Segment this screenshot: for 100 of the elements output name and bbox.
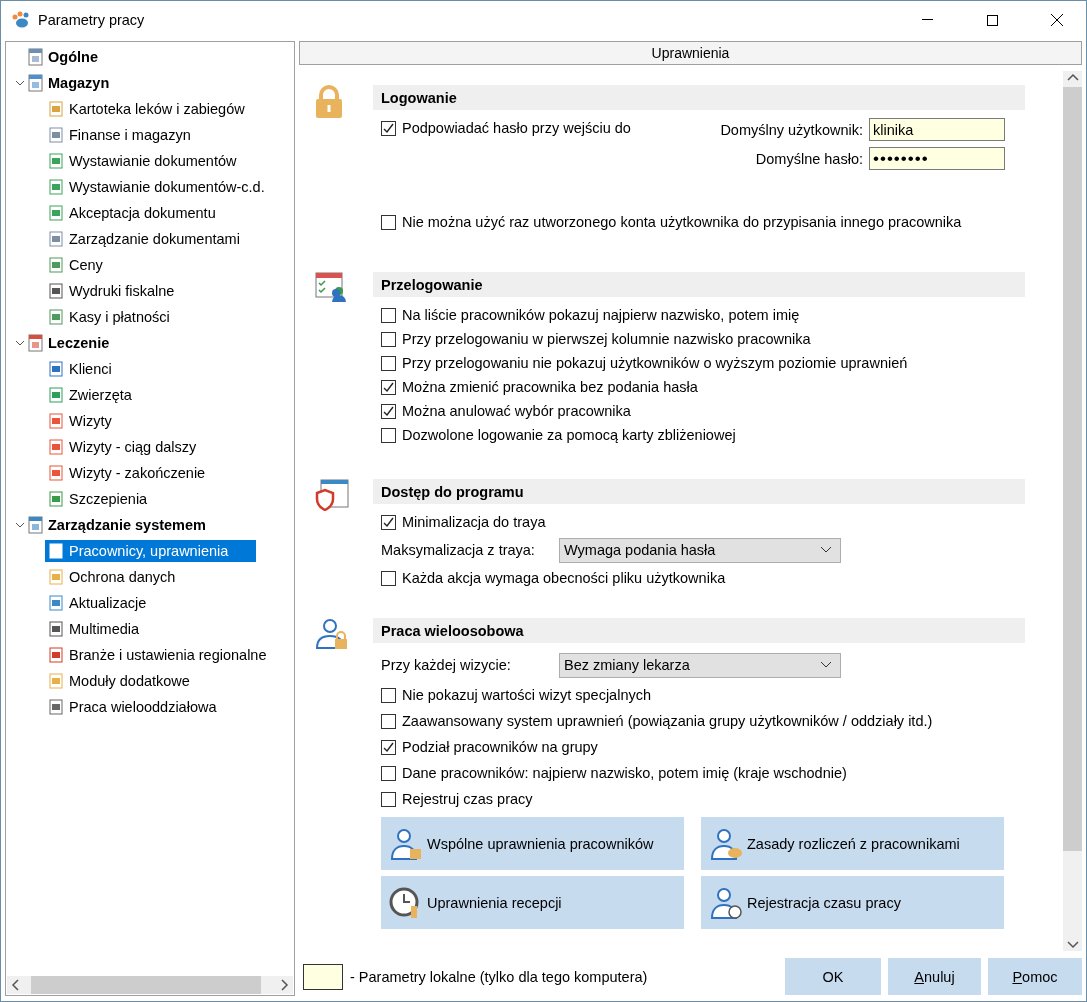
checkbox[interactable]: [381, 120, 396, 136]
tree-item[interactable]: Wystawianie dokumentów-c.d.: [45, 176, 267, 198]
tree-item[interactable]: Wizyty: [45, 410, 114, 432]
tree-item[interactable]: Wydruki fiskalne: [45, 280, 177, 302]
tree-node[interactable]: Magazyn: [45, 73, 113, 93]
legend-swatch: [303, 963, 343, 990]
checkbox-label: Dane pracowników: najpierw nazwisko, potem imię (kraje wschodnie): [402, 765, 847, 781]
checkbox[interactable]: [381, 713, 396, 729]
person-padlock-icon: [389, 826, 423, 861]
checkbox[interactable]: [381, 765, 396, 781]
tree-item[interactable]: Akceptacja dokumentu: [45, 202, 218, 224]
chevron-down-icon: [820, 546, 832, 554]
action-button[interactable]: Uprawnienia recepcji: [381, 876, 684, 929]
expand-caret-icon[interactable]: [15, 521, 25, 529]
section-header: Praca wieloosobowa: [373, 618, 1025, 643]
tree-item[interactable]: Kartoteka leków i zabiegów: [45, 98, 247, 120]
document-icon: [47, 360, 65, 378]
dialog-button[interactable]: Anuluj: [888, 958, 981, 995]
dialog-button[interactable]: Pomoc: [988, 958, 1082, 995]
people-coins-icon: [709, 826, 743, 861]
tree-item[interactable]: Ochrona danych: [45, 566, 178, 588]
checkbox[interactable]: [381, 403, 396, 419]
padlock-icon: [315, 85, 343, 119]
minimize-icon: [921, 19, 933, 21]
section-header: Logowanie: [373, 85, 1025, 110]
checkbox[interactable]: [381, 687, 396, 703]
document-icon: [47, 230, 65, 248]
checkbox[interactable]: [381, 214, 396, 230]
legend-text: - Parametry lokalne (tylko dla tego komputera): [350, 968, 649, 985]
checkbox-label: Każda akcja wymaga obecności pliku użytkownika: [402, 570, 726, 586]
checkbox[interactable]: [381, 379, 396, 395]
tree-node[interactable]: Ogólne: [45, 47, 101, 67]
document-icon: [47, 594, 65, 612]
tree-item[interactable]: Zwierzęta: [45, 384, 134, 406]
person-clock-icon: [709, 885, 743, 920]
expand-caret-icon[interactable]: [15, 79, 25, 87]
checkbox[interactable]: [381, 355, 396, 371]
document-icon: [47, 698, 65, 716]
dropdown[interactable]: Bez zmiany lekarza: [559, 652, 841, 678]
tree-node[interactable]: Zarządzanie systemem: [45, 515, 209, 535]
expand-caret-icon[interactable]: [15, 339, 25, 347]
checkbox[interactable]: [381, 514, 396, 530]
tree-item[interactable]: Klienci: [45, 358, 114, 380]
tree-item[interactable]: Praca wielooddziałowa: [45, 696, 219, 718]
tree-item[interactable]: Zarządzanie dokumentami: [45, 228, 242, 250]
tree-item[interactable]: Pracownicy, uprawnienia: [45, 540, 256, 562]
tree-item[interactable]: Branże i ustawienia regionalne: [45, 644, 269, 666]
vertical-scrollbar[interactable]: [1063, 71, 1082, 951]
checkbox-label: Zaawansowany system uprawnień (powiązania grupy użytkowników / oddziały itd.): [402, 713, 933, 729]
document-icon: [47, 282, 65, 300]
checkbox-label: Minimalizacja do traya: [402, 514, 546, 530]
scroll-right-icon[interactable]: [281, 979, 289, 991]
document-icon: [47, 178, 65, 196]
document-icon: [47, 100, 65, 118]
chevron-down-icon: [820, 661, 832, 669]
document-icon: [47, 152, 65, 170]
checkbox-label: Można zmienić pracownika bez podania hasła: [402, 379, 698, 395]
checkbox[interactable]: [381, 739, 396, 755]
scroll-down-icon[interactable]: [1066, 941, 1079, 949]
folder-icon: [27, 74, 45, 92]
close-icon: [1051, 14, 1063, 26]
checkbox[interactable]: [381, 427, 396, 443]
folder-icon: [27, 516, 45, 534]
tree-item[interactable]: Kasy i płatności: [45, 306, 172, 328]
tree-item[interactable]: Wizyty - zakończenie: [45, 462, 208, 484]
scroll-up-icon[interactable]: [1066, 73, 1079, 81]
checkbox[interactable]: [381, 791, 396, 807]
dialog-button[interactable]: OK: [785, 958, 881, 995]
text-field[interactable]: ••••••••: [869, 147, 1005, 170]
checklist-people-icon: [315, 272, 349, 302]
tree-item[interactable]: Wystawianie dokumentów: [45, 150, 239, 172]
checkbox-label: Nie można użyć raz utworzonego konta użytkownika do przypisania innego pracownika: [402, 214, 962, 230]
tree-item[interactable]: Finanse i magazyn: [45, 124, 193, 146]
horizontal-scrollbar[interactable]: [7, 976, 293, 994]
checkbox[interactable]: [381, 331, 396, 347]
document-icon: [47, 464, 65, 482]
scroll-left-icon[interactable]: [11, 979, 19, 991]
checkbox[interactable]: [381, 570, 396, 586]
tree-item[interactable]: Moduły dodatkowe: [45, 670, 192, 692]
document-icon: [47, 646, 65, 664]
tree-item[interactable]: Ceny: [45, 254, 105, 276]
document-icon: [47, 308, 65, 326]
dropdown[interactable]: Wymaga podania hasła: [559, 537, 841, 563]
checkbox[interactable]: [381, 307, 396, 323]
tree-item[interactable]: Wizyty - ciąg dalszy: [45, 436, 199, 458]
action-button[interactable]: Rejestracja czasu pracy: [701, 876, 1004, 929]
tree-item[interactable]: Szczepienia: [45, 488, 150, 510]
action-button[interactable]: Wspólne uprawnienia pracowników: [381, 817, 684, 870]
document-icon: [47, 620, 65, 638]
tree-item[interactable]: Aktualizacje: [45, 592, 149, 614]
section-header: Dostęp do programu: [373, 479, 1025, 504]
text-field[interactable]: klinika: [869, 118, 1005, 141]
action-button[interactable]: Zasady rozliczeń z pracownikami: [701, 817, 1004, 870]
document-icon: [47, 386, 65, 404]
checkbox-label: Rejestruj czas pracy: [402, 791, 533, 807]
checkbox-label: Podział pracowników na grupy: [402, 739, 598, 755]
folder-icon: [27, 48, 45, 66]
tree-item[interactable]: Multimedia: [45, 618, 142, 640]
tree-node[interactable]: Leczenie: [45, 333, 113, 353]
shield-window-icon: [315, 479, 349, 511]
